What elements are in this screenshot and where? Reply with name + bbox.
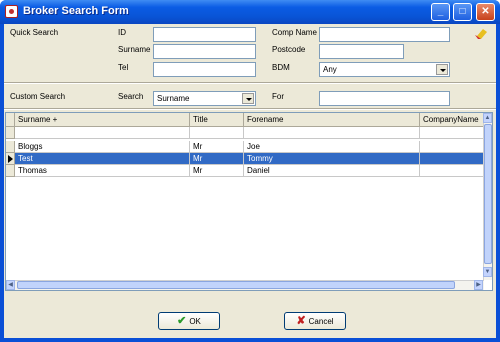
cell-company xyxy=(420,165,484,177)
filter-cell[interactable] xyxy=(190,127,244,139)
scroll-up-button[interactable]: ▲ xyxy=(483,113,492,123)
separator xyxy=(4,82,496,84)
cell-title: Mr xyxy=(190,153,244,165)
for-label: For xyxy=(272,92,284,101)
row-indicator-current xyxy=(6,153,15,165)
chevron-down-icon[interactable] xyxy=(436,64,448,75)
cancel-button-label: Cancel xyxy=(308,317,334,326)
search-field-select[interactable]: Surname xyxy=(153,91,256,106)
table-row[interactable]: Bloggs Mr Joe xyxy=(6,141,484,153)
ok-button[interactable]: ✔ OK xyxy=(158,312,220,330)
tel-input[interactable] xyxy=(153,62,256,77)
cell-forename: Joe xyxy=(244,141,420,153)
window-title: Broker Search Form xyxy=(23,5,129,17)
surname-label: Surname xyxy=(118,45,151,54)
title-bar[interactable]: Broker Search Form _ □ ✕ xyxy=(0,0,500,24)
cell-surname: Thomas xyxy=(15,165,190,177)
id-label: ID xyxy=(118,28,126,37)
filter-cell[interactable] xyxy=(15,127,190,139)
cell-forename: Tommy xyxy=(244,153,420,165)
checkmark-icon: ✔ xyxy=(177,315,187,327)
separator xyxy=(4,108,496,110)
bdm-select-value: Any xyxy=(323,65,337,74)
scroll-down-button[interactable]: ▼ xyxy=(483,267,492,277)
close-button[interactable]: ✕ xyxy=(476,3,495,21)
column-header-surname[interactable]: Surname + xyxy=(15,113,190,127)
search-label: Search xyxy=(118,92,144,101)
quick-search-label: Quick Search xyxy=(10,28,59,37)
comp-name-label: Comp Name xyxy=(272,28,317,37)
horizontal-scroll-thumb[interactable] xyxy=(17,281,455,289)
results-grid[interactable]: Surname + Title Forename CompanyName Blo… xyxy=(5,112,493,291)
id-input[interactable] xyxy=(153,27,256,42)
column-header-forename[interactable]: Forename xyxy=(244,113,420,127)
table-row-selected[interactable]: Test Mr Tommy xyxy=(6,153,484,165)
broker-search-window: Broker Search Form _ □ ✕ Quick Search ID… xyxy=(0,0,500,342)
bdm-select[interactable]: Any xyxy=(319,62,450,77)
cancel-button[interactable]: ✘ Cancel xyxy=(284,312,346,330)
cross-icon: ✘ xyxy=(296,315,306,327)
search-field-value: Surname xyxy=(157,94,190,103)
row-indicator xyxy=(6,127,15,139)
form-body: Quick Search ID Surname Tel Comp Name Po… xyxy=(4,24,496,338)
row-indicator xyxy=(6,141,15,153)
app-icon xyxy=(5,5,18,18)
postcode-label: Postcode xyxy=(272,45,306,54)
vertical-scrollbar[interactable]: ▲ ▼ xyxy=(483,113,492,280)
grid-header: Surname + Title Forename CompanyName xyxy=(6,113,484,127)
maximize-button[interactable]: □ xyxy=(453,3,472,21)
for-input[interactable] xyxy=(319,91,450,106)
scroll-right-button[interactable]: ▶ xyxy=(474,280,483,290)
column-header-title[interactable]: Title xyxy=(190,113,244,127)
cell-surname: Bloggs xyxy=(15,141,190,153)
cell-title: Mr xyxy=(190,165,244,177)
vertical-scroll-thumb[interactable] xyxy=(484,124,492,264)
filter-cell[interactable] xyxy=(244,127,420,139)
row-indicator-header xyxy=(6,113,15,127)
surname-input[interactable] xyxy=(153,44,256,59)
cell-company xyxy=(420,141,484,153)
filter-row[interactable] xyxy=(6,127,484,139)
ok-button-label: OK xyxy=(189,317,201,326)
row-indicator xyxy=(6,165,15,177)
cell-forename: Daniel xyxy=(244,165,420,177)
chevron-down-icon[interactable] xyxy=(242,93,254,104)
bdm-label: BDM xyxy=(272,63,290,72)
cell-company xyxy=(420,153,484,165)
table-row[interactable]: Thomas Mr Daniel xyxy=(6,165,484,177)
comp-name-input[interactable] xyxy=(319,27,450,42)
horizontal-scrollbar[interactable]: ◀ ▶ xyxy=(6,280,484,290)
minimize-button[interactable]: _ xyxy=(431,3,450,21)
custom-search-label: Custom Search xyxy=(10,92,66,101)
column-header-companyname[interactable]: CompanyName xyxy=(420,113,484,127)
scroll-left-button[interactable]: ◀ xyxy=(6,280,15,290)
cell-title: Mr xyxy=(190,141,244,153)
filter-cell[interactable] xyxy=(420,127,484,139)
cell-surname: Test xyxy=(15,153,190,165)
tel-label: Tel xyxy=(118,63,129,72)
eraser-icon[interactable] xyxy=(474,27,488,39)
postcode-input[interactable] xyxy=(319,44,404,59)
